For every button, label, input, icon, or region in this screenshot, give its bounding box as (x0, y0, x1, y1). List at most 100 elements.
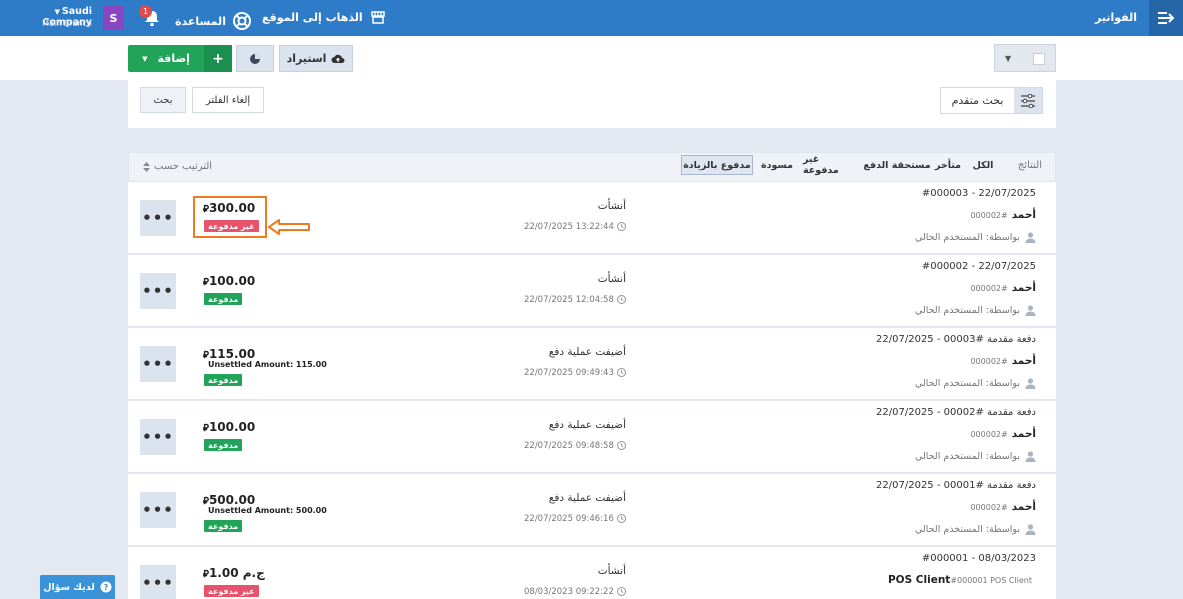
amount-value: 1.00 ج.م (208, 566, 265, 580)
filter-draft[interactable]: مسودة (758, 155, 796, 175)
user-icon (1025, 451, 1036, 462)
more-actions-button[interactable]: ••• (140, 200, 176, 236)
timestamp: 22/07/2025 13:22:44 (524, 221, 626, 232)
caret-down-icon: ▼ (1005, 54, 1012, 63)
client-info[interactable]: أحمد#000002 (970, 355, 1036, 367)
invoice-row[interactable]: دفعة مقدمة #00002 - 22/07/2025 أحمد#00000… (128, 401, 1056, 473)
user-icon (1025, 378, 1036, 389)
more-actions-button[interactable]: ••• (140, 419, 176, 455)
import-label: استيراد (286, 52, 327, 65)
filter-overdue[interactable]: متأخر (933, 155, 963, 175)
invoice-row[interactable]: دفعة مقدمة #00003 - 22/07/2025 أحمد#00000… (128, 328, 1056, 400)
invoice-status: أضيفت عملية دفع (548, 346, 626, 358)
payment-status-badge: غير مدفوعة (204, 585, 259, 597)
go-to-site-link[interactable]: الذهاب إلى الموقع (262, 11, 385, 24)
lifebuoy-icon (232, 12, 251, 30)
branch-name: Main Branch (42, 19, 92, 28)
advanced-search-label: بحث متقدم (951, 94, 1004, 107)
caret-down-icon: ▼ (54, 8, 60, 16)
timestamp: 22/07/2025 12:04:58 (524, 294, 626, 305)
filter-due[interactable]: مستحقة الدفع (862, 155, 932, 175)
client-code: #000002 (970, 284, 1008, 293)
clock-icon (616, 295, 626, 304)
filter-overpaid[interactable]: مدفوع بالزيادة (681, 155, 753, 175)
invoice-title[interactable]: #000003 - 22/07/2025 (922, 188, 1036, 199)
payment-status-badge: مدفوعة (204, 293, 243, 305)
search-panel (128, 80, 1056, 128)
client-info[interactable]: أحمد#000002 (970, 501, 1036, 513)
invoice-row[interactable]: #000003 - 22/07/2025 أحمد#000002 بواسطة: ا… (128, 182, 1056, 254)
created-by: بواسطة: المستخدم الحالي (915, 232, 1036, 243)
invoice-status: أضيفت عملية دفع (548, 419, 626, 431)
cloud-upload-icon (331, 54, 345, 63)
timestamp-label: 22/07/2025 13:22:44 (524, 221, 614, 232)
arrow-annotation-icon (268, 219, 310, 235)
invoice-status: أنشأت (597, 273, 626, 285)
advanced-search-button[interactable]: بحث متقدم (940, 87, 1043, 114)
invoice-title[interactable]: دفعة مقدمة #00003 - 22/07/2025 (876, 334, 1036, 345)
avatar[interactable]: S (103, 6, 124, 30)
timestamp: 08/03/2023 09:22:22 (524, 586, 626, 597)
invoice-row[interactable]: #000002 - 22/07/2025 أحمد#000002 بواسطة: ا… (128, 255, 1056, 327)
invoice-row[interactable]: #000001 - 08/03/2023 POS Client#000001 PO… (128, 547, 1056, 599)
client-name: أحمد (1011, 209, 1036, 221)
filter-unpaid[interactable]: غير مدفوعة (803, 154, 857, 176)
svg-text:?: ? (103, 583, 108, 592)
plus-icon[interactable]: + (204, 45, 232, 72)
add-invoice-button[interactable]: ▼ إضافة + (128, 45, 232, 72)
user-icon (1025, 232, 1036, 243)
more-actions-button[interactable]: ••• (140, 346, 176, 382)
invoice-title[interactable]: دفعة مقدمة #00001 - 22/07/2025 (876, 480, 1036, 491)
sort-icon (143, 161, 150, 172)
import-button[interactable]: استيراد (279, 45, 353, 72)
invoice-amount: ⃃1.00 ج.م (203, 566, 265, 580)
caret-down-icon[interactable]: ▼ (142, 55, 147, 63)
clock-icon (616, 368, 626, 377)
sort-by-button[interactable]: الترتيب حسب (143, 161, 212, 172)
invoice-amount: ⃃100.00 (203, 274, 255, 288)
user-icon (1025, 305, 1036, 316)
clear-filter-button[interactable]: إلغاء الفلتر (192, 87, 264, 113)
menu-arrow-icon (1158, 12, 1175, 24)
select-all-checkbox[interactable] (1033, 53, 1045, 65)
created-by-label: بواسطة: المستخدم الحالي (914, 305, 1020, 316)
client-code: #000002 (970, 211, 1008, 220)
payment-status-badge: مدفوعة (204, 374, 243, 386)
store-icon (370, 11, 385, 24)
clock-icon (616, 587, 626, 596)
more-actions-button[interactable]: ••• (140, 492, 176, 528)
invoice-title[interactable]: دفعة مقدمة #00002 - 22/07/2025 (876, 407, 1036, 418)
help-link[interactable]: المساعدة (175, 11, 252, 31)
client-code: #000001 POS Client (950, 576, 1032, 585)
help-label: المساعدة (175, 14, 226, 28)
filter-all[interactable]: الكل (968, 155, 998, 175)
client-name: أحمد (1011, 428, 1036, 440)
invoice-status: أضيفت عملية دفع (548, 492, 626, 504)
client-info[interactable]: أحمد#000002 (970, 282, 1036, 294)
invoice-title[interactable]: #000001 - 08/03/2023 (922, 553, 1036, 564)
clock-icon (616, 222, 626, 231)
bulk-select-dropdown[interactable]: ▼ (994, 44, 1056, 72)
invoice-amount: ⃃500.00 (203, 493, 255, 507)
more-actions-button[interactable]: ••• (140, 565, 176, 599)
timestamp: 22/07/2025 09:46:16 (524, 513, 626, 524)
invoice-status: أنشأت (597, 200, 626, 212)
client-code: #000002 (970, 357, 1008, 366)
sidebar-toggle-button[interactable] (1149, 0, 1183, 36)
statistics-button[interactable] (236, 45, 274, 72)
search-button[interactable]: بحث (140, 87, 186, 113)
client-code: #000002 (970, 503, 1008, 512)
payment-status-badge: مدفوعة (204, 520, 243, 532)
client-info[interactable]: POS Client#000001 POS Client (888, 574, 1036, 586)
amount-value: 100.00 (208, 274, 256, 288)
invoice-title[interactable]: #000002 - 22/07/2025 (922, 261, 1036, 272)
timestamp: 22/07/2025 09:49:43 (524, 367, 626, 378)
question-circle-icon: ? (100, 581, 112, 593)
client-info[interactable]: أحمد#000002 (970, 209, 1036, 221)
ask-question-button[interactable]: لديك سؤال ? (40, 575, 115, 599)
client-code: #000002 (970, 430, 1008, 439)
invoice-row[interactable]: دفعة مقدمة #00001 - 22/07/2025 أحمد#00000… (128, 474, 1056, 546)
client-info[interactable]: أحمد#000002 (970, 428, 1036, 440)
timestamp-label: 22/07/2025 09:48:58 (524, 440, 614, 451)
more-actions-button[interactable]: ••• (140, 273, 176, 309)
